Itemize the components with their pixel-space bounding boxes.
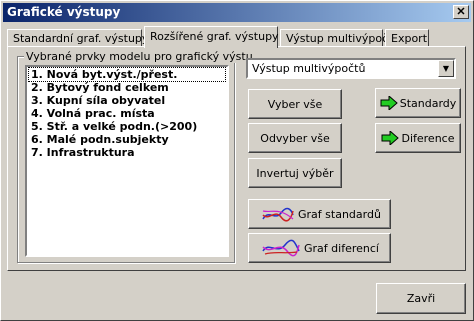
close-button[interactable]: Zavři (376, 283, 466, 314)
tab-label: Export (391, 32, 428, 45)
title-bar[interactable]: Grafické výstupy ✕ (3, 3, 471, 22)
tab-standard-outputs[interactable]: Standardní graf. výstupy (7, 29, 148, 47)
close-window-button[interactable]: ✕ (453, 5, 469, 19)
window-title: Grafické výstupy (7, 5, 121, 19)
tab-export[interactable]: Export (385, 29, 429, 47)
tab-panel (7, 46, 466, 271)
tab-label: Rozšířené graf. výstupy (150, 30, 279, 43)
tab-label: Výstup multivýpočtů (286, 32, 400, 45)
tab-extended-outputs[interactable]: Rozšířené graf. výstupy (144, 26, 279, 48)
dialog-window: Grafické výstupy ✕ Standardní graf. výst… (0, 0, 474, 321)
tab-multicalc-output[interactable]: Výstup multivýpočtů (280, 29, 399, 47)
tab-label: Standardní graf. výstupy (13, 32, 149, 45)
close-icon: ✕ (456, 5, 466, 18)
